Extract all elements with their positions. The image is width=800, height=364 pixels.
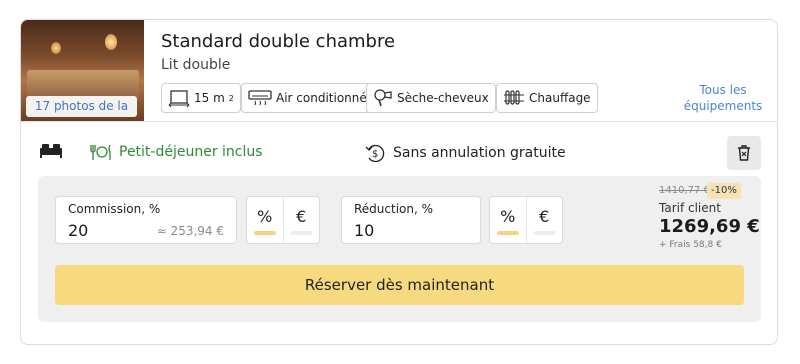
reduction-unit-toggle[interactable]: % €: [489, 196, 563, 244]
amenity-area: 15 m2: [161, 83, 241, 113]
reduction-field[interactable]: Réduction, %: [341, 196, 481, 244]
room-offer-card: 17 photos de la Standard double chambre …: [20, 19, 778, 345]
discount-badge: -10%: [707, 183, 741, 199]
trash-icon: [738, 145, 750, 161]
amenity-hair-dryer: Sèche-cheveux: [366, 83, 496, 113]
area-icon: [168, 90, 190, 107]
client-rate-label: Tarif client: [659, 201, 721, 215]
unit-option-percent[interactable]: %: [247, 197, 283, 243]
cancellation-label: Sans annulation gratuite: [393, 145, 566, 161]
radiator-icon: [504, 90, 524, 105]
cancellation-policy: $ Sans annulation gratuite: [365, 143, 566, 163]
reduction-label: Réduction, %: [354, 202, 434, 216]
svg-text:$: $: [372, 149, 378, 160]
amenity-heating: Chauffage: [496, 83, 598, 113]
bed-icon: [40, 144, 62, 158]
room-header: 17 photos de la Standard double chambre …: [21, 20, 777, 122]
commission-unit-toggle[interactable]: % €: [246, 196, 320, 244]
breakfast-included: Petit-déjeuner inclus: [89, 143, 263, 161]
booking-panel: Commission, % ≈ 253,94 € % € Réduction, …: [38, 176, 761, 322]
room-photo[interactable]: 17 photos de la: [21, 20, 144, 121]
amenity-label: 15 m: [194, 91, 225, 105]
cutlery-plate-icon: [90, 144, 111, 160]
reserve-now-button[interactable]: Réserver dès maintenant: [55, 265, 744, 305]
room-features: Petit-déjeuner inclus $ Sans annulation …: [21, 122, 777, 176]
amenity-label: Air conditionné: [276, 91, 367, 105]
commission-field[interactable]: Commission, % ≈ 253,94 €: [55, 196, 237, 244]
hair-dryer-icon: [374, 89, 392, 107]
amenity-air-conditioning: Air conditionné: [241, 83, 374, 113]
cancellation-money-icon: $: [365, 144, 385, 163]
unit-option-euro[interactable]: €: [525, 197, 563, 243]
room-bed-type: Lit double: [161, 57, 231, 73]
breakfast-label: Petit-déjeuner inclus: [119, 144, 263, 160]
reduction-input[interactable]: [354, 221, 444, 240]
fees-amount: + Frais 58,8 €: [659, 240, 722, 250]
all-equipment-link[interactable]: Tous les équipements: [673, 82, 773, 114]
delete-button[interactable]: [727, 136, 761, 170]
amenity-label: Chauffage: [529, 91, 591, 105]
commission-approx-amount: ≈ 253,94 €: [156, 224, 224, 238]
air-conditioner-icon: [248, 90, 272, 106]
original-price: 1410,77 €: [659, 185, 710, 196]
client-price: 1269,69 €: [659, 216, 760, 237]
photos-count-link[interactable]: 17 photos de la: [26, 96, 137, 117]
unit-option-percent[interactable]: %: [490, 197, 526, 243]
commission-label: Commission, %: [68, 202, 161, 216]
commission-input[interactable]: [68, 221, 158, 240]
unit-option-euro[interactable]: €: [282, 197, 320, 243]
room-title: Standard double chambre: [161, 31, 396, 52]
amenity-label: Sèche-cheveux: [397, 91, 489, 105]
